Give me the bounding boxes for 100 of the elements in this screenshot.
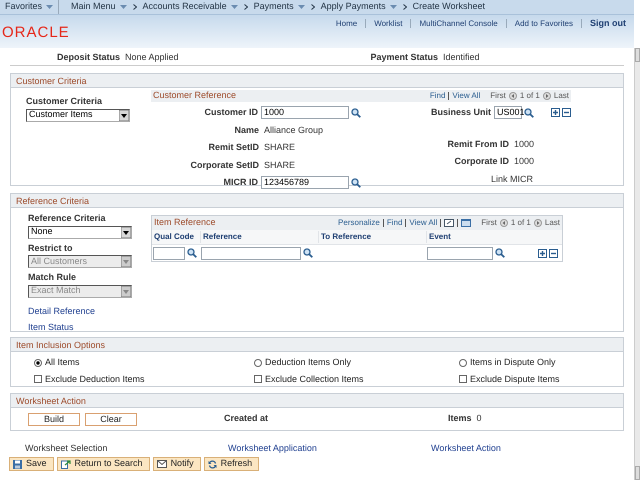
chevron-icon xyxy=(132,4,137,10)
input-field[interactable]: US001 xyxy=(494,106,522,120)
field-value: Identified xyxy=(443,51,481,64)
personalize-link[interactable]: Personalize xyxy=(338,217,380,229)
caret-icon xyxy=(46,5,54,9)
last-link[interactable]: Last xyxy=(544,217,560,229)
detail-link[interactable]: Item Status xyxy=(28,321,151,334)
field-label: Name xyxy=(233,124,260,136)
field-label: Restrict to xyxy=(28,242,74,254)
checkbox[interactable] xyxy=(254,375,262,384)
last-link[interactable]: Last xyxy=(554,90,569,102)
toolbar-button[interactable]: Refresh xyxy=(204,457,260,471)
field-label: Corporate SetID xyxy=(189,158,260,172)
radio-label: Deduction Items Only xyxy=(265,356,352,369)
field-value: Alliance Group xyxy=(264,124,324,137)
add-row-icon[interactable] xyxy=(538,248,547,258)
input-field[interactable] xyxy=(201,246,301,260)
chevron-icon xyxy=(244,4,248,10)
chevron-icon xyxy=(310,4,315,10)
header-link[interactable]: MultiChannel Console xyxy=(419,18,498,30)
link-micr-link[interactable]: Link MICR xyxy=(411,172,571,186)
dropdown[interactable]: Customer Items xyxy=(26,108,130,122)
add-row-icon[interactable] xyxy=(551,108,560,118)
input-field[interactable] xyxy=(427,246,493,260)
next-icon[interactable] xyxy=(542,92,551,100)
search-icon[interactable] xyxy=(187,248,197,258)
search-icon[interactable] xyxy=(351,108,361,118)
field-value: 0 xyxy=(476,412,482,426)
radio-label: Items in Dispute Only xyxy=(470,356,556,369)
scrollbar[interactable] xyxy=(634,48,640,480)
caret-icon xyxy=(298,5,305,9)
field-label: Customer Criteria xyxy=(26,95,104,108)
view-all-link[interactable]: View All xyxy=(409,217,438,229)
column-header: Event xyxy=(426,231,538,243)
field-label: Created at xyxy=(224,412,270,426)
breadcrumb-link[interactable]: Accounts Receivable xyxy=(142,0,238,14)
checkbox-label: Exclude Dispute Items xyxy=(470,372,560,386)
search-icon[interactable] xyxy=(303,248,313,258)
page-link[interactable]: Worksheet Action xyxy=(431,442,634,454)
spreadsheet-icon[interactable] xyxy=(461,219,472,227)
field-label: Payment Status xyxy=(369,51,439,64)
radio-button[interactable] xyxy=(254,358,262,367)
input-field[interactable] xyxy=(153,246,185,260)
page-link[interactable]: Worksheet Application xyxy=(228,442,431,454)
header-link[interactable]: Sign out xyxy=(590,17,626,30)
find-link[interactable]: Find xyxy=(386,217,402,229)
section-header: Customer Criteria xyxy=(11,74,623,88)
toolbar-button[interactable]: Notify xyxy=(152,457,201,471)
first-link[interactable]: First xyxy=(481,217,497,229)
page-link[interactable]: Worksheet Selection xyxy=(25,442,228,454)
search-icon[interactable] xyxy=(524,108,534,118)
input-field[interactable]: 123456789 xyxy=(261,176,349,190)
field-label: Customer ID xyxy=(203,106,259,119)
previous-icon[interactable] xyxy=(508,92,517,100)
field-value: None Applied xyxy=(125,51,180,64)
radio-button[interactable] xyxy=(459,358,467,367)
first-link[interactable]: First xyxy=(490,90,506,102)
header-link[interactable]: Add to Favorites xyxy=(514,18,573,30)
view-all-link[interactable]: View All xyxy=(452,90,480,102)
section-header: Worksheet Action xyxy=(11,394,623,408)
action-button[interactable]: Build xyxy=(28,412,80,426)
field-label: Items xyxy=(448,412,472,426)
header-link[interactable]: Home xyxy=(336,18,358,30)
logo: ORACLE xyxy=(2,25,70,41)
checkbox[interactable] xyxy=(459,375,467,384)
toolbar-button[interactable]: Save xyxy=(9,457,54,471)
zoom-window-icon[interactable] xyxy=(444,219,454,227)
checkbox-label: Exclude Collection Items xyxy=(265,372,364,386)
field-value: SHARE xyxy=(264,141,296,154)
refresh-icon xyxy=(208,460,217,468)
detail-link[interactable]: Detail Reference xyxy=(28,304,151,318)
search-icon[interactable] xyxy=(351,178,361,188)
breadcrumb-link[interactable]: Favorites xyxy=(5,0,54,14)
chevron-icon xyxy=(402,4,407,10)
delete-row-icon[interactable] xyxy=(549,248,558,258)
field-label: MICR ID xyxy=(222,176,259,189)
breadcrumb-link[interactable]: Create Worksheet xyxy=(412,0,486,14)
delete-row-icon[interactable] xyxy=(562,108,571,118)
dropdown[interactable]: None xyxy=(28,226,132,238)
column-header: To Reference xyxy=(318,231,426,243)
header-link[interactable]: Worklist xyxy=(374,18,402,30)
radio-button[interactable] xyxy=(34,358,42,367)
breadcrumb-link[interactable]: Apply Payments xyxy=(320,0,397,14)
action-button[interactable]: Clear xyxy=(85,412,137,426)
breadcrumb-link[interactable]: Main Menu xyxy=(71,0,127,14)
caret-icon xyxy=(121,226,131,238)
section-header: Reference Criteria xyxy=(11,194,623,208)
field-label: Business Unit xyxy=(430,106,492,119)
breadcrumb-link[interactable]: Payments xyxy=(254,0,305,14)
grid-title: Customer Reference xyxy=(153,89,236,102)
previous-icon[interactable] xyxy=(500,219,508,227)
input-field[interactable]: 1000 xyxy=(261,106,349,120)
field-label: Reference Criteria xyxy=(28,212,107,225)
field-label: Remit SetID xyxy=(207,141,260,154)
next-icon[interactable] xyxy=(534,219,542,227)
search-icon[interactable] xyxy=(495,248,505,258)
find-link[interactable]: Find xyxy=(430,90,446,102)
checkbox[interactable] xyxy=(34,375,42,384)
radio-label: All Items xyxy=(45,356,80,369)
toolbar-button[interactable]: Return to Search xyxy=(56,457,150,471)
